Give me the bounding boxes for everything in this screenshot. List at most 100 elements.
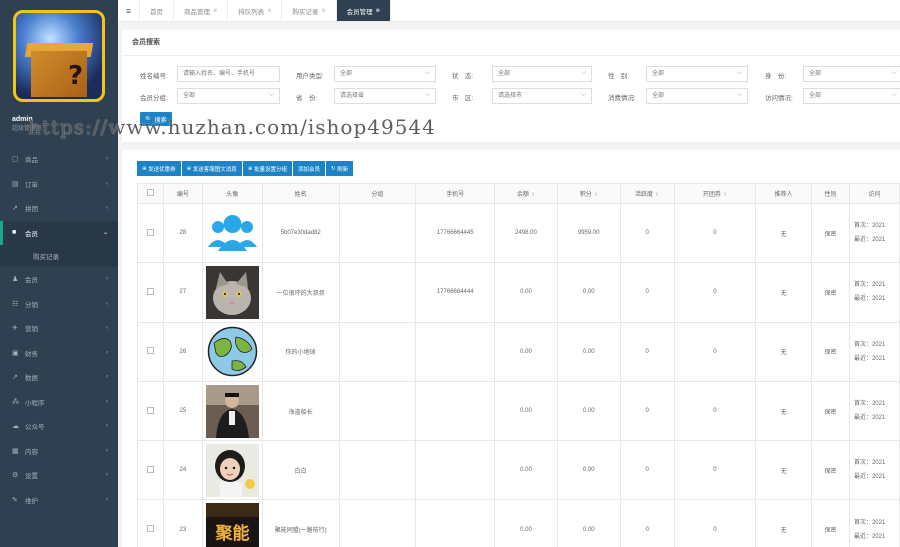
cell-coupon: 0	[673, 499, 757, 547]
row-checkbox[interactable]	[146, 228, 154, 236]
close-icon[interactable]: ⊗	[376, 8, 380, 14]
sidebar-item-icon: ▦	[12, 447, 19, 455]
first-visit: 首次：2021	[853, 223, 886, 230]
tab-0[interactable]: 首页	[140, 0, 174, 21]
table-row[interactable]: 27 一位很坏的大叔叔 17766664444 0.00 0.00 0 0 无保密 首次：202…	[137, 262, 900, 323]
search-input[interactable]: 请输入姓名、编号、手机号	[177, 66, 280, 82]
toolbar-button-4[interactable]: ↻ 刷新	[325, 161, 354, 176]
column-header: 编号	[162, 183, 203, 204]
table-row[interactable]: 28 5b07e30dad82 17766664445 2498.00 9959.00 0…	[137, 202, 900, 264]
plus-circle-icon: ⊕	[186, 165, 192, 172]
tab-2[interactable]: 排队列表 ⊗	[228, 0, 283, 21]
table-toolbar: ⊕ 发送优惠券 ⊕ 发送客服图文消息 ⊕ 批量设置分组 添加会员 ↻ 刷新	[137, 161, 354, 176]
avatar: 聚能	[205, 503, 259, 547]
sidebar-item-4[interactable]: ♟ 会员 ‹	[0, 267, 118, 292]
row-checkbox[interactable]	[146, 347, 154, 355]
sidebar-item-label: 小程序	[25, 399, 45, 407]
column-header-label: 积分	[579, 192, 592, 198]
cell-id: 25	[162, 380, 203, 442]
cell-name: 你的小地球	[261, 321, 340, 382]
sidebar-item-icon: ✎	[12, 496, 18, 504]
tab-4[interactable]: 会员管理 ⊗	[336, 0, 391, 21]
sidebar-item-8[interactable]: ↗ 数据 ‹	[0, 365, 118, 390]
sidebar-item-1[interactable]: ▤ 订单 ‹	[0, 172, 118, 197]
sort-icon[interactable]: ⇕	[655, 192, 659, 198]
avatar-cell	[201, 202, 263, 264]
toolbar-button-0[interactable]: ⊕ 发送优惠券	[137, 161, 181, 176]
row-checkbox-cell	[137, 440, 164, 501]
close-icon[interactable]: ⊗	[267, 8, 271, 14]
sidebar-item-icon: ▢	[12, 156, 19, 164]
cell-activity: 0	[619, 380, 675, 442]
sort-icon[interactable]: ⇕	[594, 192, 598, 198]
row-checkbox[interactable]	[146, 525, 154, 533]
first-visit: 首次：2021	[853, 460, 886, 467]
sidebar-item-icon: ↗	[12, 205, 18, 213]
row-checkbox[interactable]	[146, 406, 154, 414]
menu-toggle-icon[interactable]: ≡	[118, 0, 140, 21]
toolbar-button-1[interactable]: ⊕ 发送客服图文消息	[181, 161, 242, 176]
search-select[interactable]: 全部	[646, 88, 748, 104]
column-header[interactable]: 积分 ⇕	[556, 183, 621, 204]
sidebar-item-9[interactable]: ⁂ 小程序 ‹	[0, 390, 118, 415]
toolbar-button-3[interactable]: 添加会员	[292, 161, 325, 176]
cell-referrer: 无	[755, 380, 813, 442]
search-select[interactable]: 请选择省	[334, 88, 436, 104]
toolbar-button-2[interactable]: ⊕ 批量设置分组	[242, 161, 292, 176]
search-select[interactable]: 全部	[334, 66, 436, 82]
sidebar-item-label: 营销	[25, 326, 38, 334]
sidebar-item-5[interactable]: ☷ 分销 ‹	[0, 292, 118, 317]
sort-icon[interactable]: ⇕	[531, 192, 535, 198]
table-row[interactable]: 23 聚能 聚能同盟(一路前行) 0.00 0.00 0 0 无保密 首次：2021 最近：202…	[137, 499, 900, 547]
select-all-checkbox[interactable]	[146, 189, 154, 196]
table-row[interactable]: 25 海盗船长 0.00 0.00 0 0 无保密 首次：2021 最近：2021	[137, 380, 900, 442]
sort-icon[interactable]: ⇕	[723, 192, 727, 198]
sidebar-item-10[interactable]: ☁ 公众号 ‹	[0, 414, 118, 439]
cell-name: 聚能同盟(一路前行)	[261, 499, 340, 547]
column-header[interactable]: 开团券 ⇕	[673, 183, 757, 204]
sidebar-subitem[interactable]: 购买记录	[0, 245, 118, 267]
cell-visit: 首次：2021 最近：2021	[848, 202, 900, 264]
tab-3[interactable]: 购买记录 ⊗	[282, 0, 337, 21]
sidebar-item-0[interactable]: ▢ 商品 ‹	[0, 147, 118, 172]
cell-balance: 0.00	[494, 380, 558, 442]
sidebar-item-6[interactable]: ✈ 营销 ‹	[0, 316, 118, 341]
column-header-label: 开团券	[702, 192, 721, 198]
row-checkbox[interactable]	[146, 287, 154, 295]
sidebar-item-13[interactable]: ✎ 维护 ‹	[0, 488, 118, 513]
search-select[interactable]: 全部	[803, 66, 900, 82]
sidebar-item-label: 分销	[25, 301, 38, 309]
search-select[interactable]: 全部	[646, 66, 748, 82]
member-table-panel: ⊕ 发送优惠券 ⊕ 发送客服图文消息 ⊕ 批量设置分组 添加会员 ↻ 刷新 编号 头像 姓名…	[122, 150, 900, 547]
row-checkbox-cell	[137, 202, 164, 264]
column-header-label: 访问	[868, 192, 881, 198]
search-field-label: 身 份:	[765, 73, 787, 80]
close-icon[interactable]: ⊗	[321, 8, 325, 14]
column-header[interactable]: 活跃度 ⇕	[619, 183, 675, 204]
tab-label: 排队列表	[238, 8, 265, 16]
close-icon[interactable]: ⊗	[213, 8, 217, 14]
sidebar-item-11[interactable]: ▦ 内容 ‹	[0, 439, 118, 464]
row-checkbox-cell	[137, 321, 164, 382]
select-all-checkbox-cell[interactable]	[137, 183, 164, 204]
search-select[interactable]: 全部	[492, 66, 592, 82]
search-select[interactable]: 全部	[177, 88, 280, 104]
sidebar-item-icon: ✈	[12, 325, 18, 333]
sidebar-item-label: 数据	[25, 375, 38, 383]
sidebar-item-12[interactable]: ⚙ 设置 ‹	[0, 463, 118, 488]
sidebar-item-3[interactable]: ■ 会员 ⌄	[0, 220, 118, 245]
cell-group	[338, 202, 417, 264]
table-row[interactable]: 26 你的小地球 0.00 0.00 0 0 无保密 首次：2021 最近：2021	[137, 321, 900, 382]
search-select[interactable]: 全部	[803, 88, 900, 104]
table-row[interactable]: 24 白白 0.00 0.00 0 0 无保密 首次：2021 最近：2021	[137, 440, 900, 501]
sidebar-item-label: 拼团	[25, 206, 38, 214]
row-checkbox[interactable]	[146, 465, 154, 473]
sidebar-item-2[interactable]: ↗ 拼团 ‹	[0, 196, 118, 221]
search-select[interactable]: 请选择市	[492, 88, 592, 104]
tab-1[interactable]: 商品管理 ⊗	[174, 0, 229, 21]
column-header[interactable]: 余额 ⇕	[494, 183, 558, 204]
avatar	[205, 325, 259, 379]
cell-balance: 0.00	[494, 440, 558, 501]
avatar-cell: 聚能	[201, 499, 263, 547]
sidebar-item-7[interactable]: ▣ 财务 ‹	[0, 341, 118, 366]
